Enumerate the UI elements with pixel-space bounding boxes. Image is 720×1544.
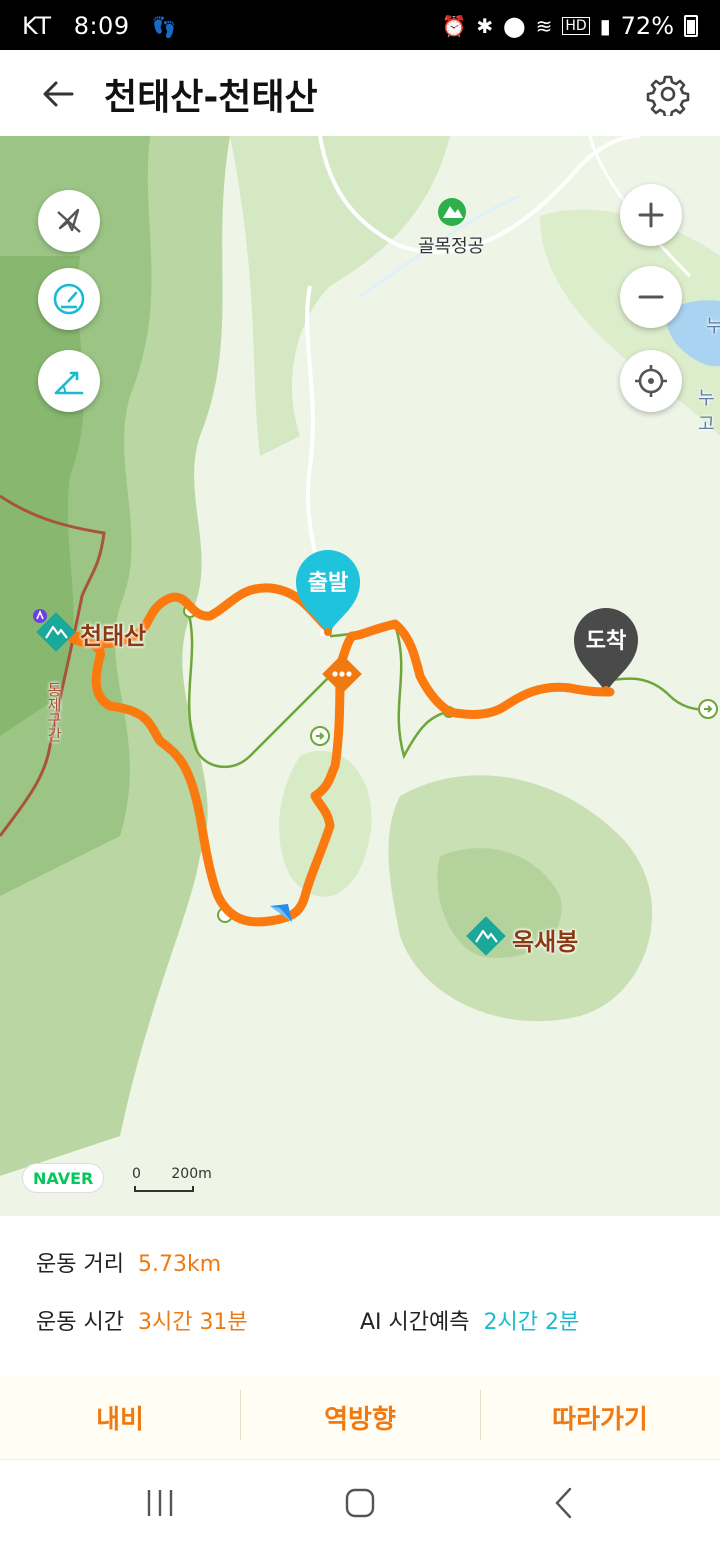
home-icon: [345, 1488, 375, 1518]
map-view[interactable]: 골목정공 누 누고 통제구간 천태산 옥새봉 출발 도착 NAVER 0 200…: [0, 136, 720, 1216]
clock: 8:09: [73, 12, 130, 40]
recent-apps-button[interactable]: [140, 1486, 180, 1520]
settings-button[interactable]: [646, 72, 690, 119]
locate-icon: [635, 365, 667, 397]
map-edge-label-2: 누고: [698, 388, 715, 435]
end-pin[interactable]: 도착: [570, 606, 642, 696]
action-bar: 내비 역방향 따라가기: [0, 1376, 720, 1460]
mountain-peak-icon[interactable]: [464, 914, 508, 958]
scale-line: [134, 1186, 194, 1192]
status-right: ⏰ ✱ ⬤ ≋ HD ▮ 72%: [441, 12, 698, 40]
zoom-out-icon: [638, 295, 664, 299]
speedometer-icon: [53, 283, 85, 315]
start-pin-label: 출발: [307, 571, 349, 596]
scale-zero: 0: [132, 1166, 141, 1182]
ai-prediction-row: AI 시간예측 2시간 2분: [360, 1304, 579, 1336]
locate-button[interactable]: [620, 350, 682, 412]
elevation-icon: [54, 371, 84, 395]
signal-icon: ▮: [599, 14, 611, 38]
bluetooth-icon: ✱: [476, 14, 494, 38]
time-value: 3시간 31분: [137, 1310, 248, 1335]
peak-oksaebong-label: 옥새봉: [512, 928, 579, 956]
summit-badge-icon: [33, 609, 47, 623]
app-header: 천태산-천태산: [0, 50, 720, 136]
naver-logo[interactable]: NAVER: [22, 1163, 105, 1193]
location-icon: ⬤: [503, 14, 526, 38]
home-button[interactable]: [340, 1486, 380, 1520]
status-left: KT 8:09 👣: [22, 12, 191, 40]
reverse-route-button[interactable]: 역방향: [240, 1376, 480, 1459]
status-bar: KT 8:09 👣 ⏰ ✱ ⬤ ≋ HD ▮ 72%: [0, 0, 720, 50]
peak-cheontaesan-label: 천태산: [80, 622, 147, 650]
back-chevron-icon: [555, 1487, 572, 1519]
restricted-area-label: 통제구간: [45, 682, 63, 742]
battery-percent: 72%: [620, 12, 674, 40]
carrier-name: KT: [22, 12, 52, 40]
zoom-in-icon: [638, 202, 664, 228]
wifi-icon: ≋: [535, 14, 553, 38]
map-scale: 0 200m: [132, 1166, 212, 1192]
end-pin-label: 도착: [585, 629, 627, 654]
zoom-out-button[interactable]: [620, 266, 682, 328]
gear-icon: [646, 75, 690, 119]
distance-label: 운동 거리: [36, 1252, 124, 1277]
follow-route-button[interactable]: 따라가기: [480, 1376, 720, 1459]
scale-distance: 200m: [171, 1166, 212, 1182]
compass-toggle-button[interactable]: [38, 190, 100, 252]
hd-icon: HD: [562, 17, 590, 35]
back-button[interactable]: [36, 72, 80, 116]
arrow-left-icon: [43, 81, 74, 107]
ai-prediction-label: AI 시간예측: [360, 1310, 470, 1335]
system-nav-bar: [0, 1460, 720, 1544]
start-pin[interactable]: 출발: [292, 548, 364, 638]
compass-off-icon: [57, 208, 81, 233]
recent-apps-icon: [147, 1490, 173, 1516]
page-title: 천태산-천태산: [104, 77, 318, 118]
speed-button[interactable]: [38, 268, 100, 330]
ai-prediction-value: 2시간 2분: [483, 1310, 580, 1335]
distance-row: 운동 거리 5.73km: [36, 1246, 221, 1278]
time-label: 운동 시간: [36, 1310, 124, 1335]
trailhead-label: 골목정공: [418, 236, 485, 257]
battery-icon: [684, 15, 698, 37]
map-edge-label-1: 누: [706, 316, 720, 337]
zoom-in-button[interactable]: [620, 184, 682, 246]
step-counter-icon: 👣: [151, 15, 178, 39]
current-position-icon: [270, 904, 292, 922]
elevation-button[interactable]: [38, 350, 100, 412]
caution-marker-icon[interactable]: [320, 652, 364, 696]
route-info-panel: 운동 거리 5.73km 운동 시간 3시간 31분 AI 시간예측 2시간 2분: [0, 1216, 720, 1376]
distance-value: 5.73km: [137, 1252, 222, 1277]
time-row: 운동 시간 3시간 31분: [36, 1304, 248, 1336]
alarm-icon: ⏰: [441, 14, 467, 38]
navigate-button[interactable]: 내비: [0, 1376, 240, 1459]
system-back-button[interactable]: [544, 1486, 584, 1520]
